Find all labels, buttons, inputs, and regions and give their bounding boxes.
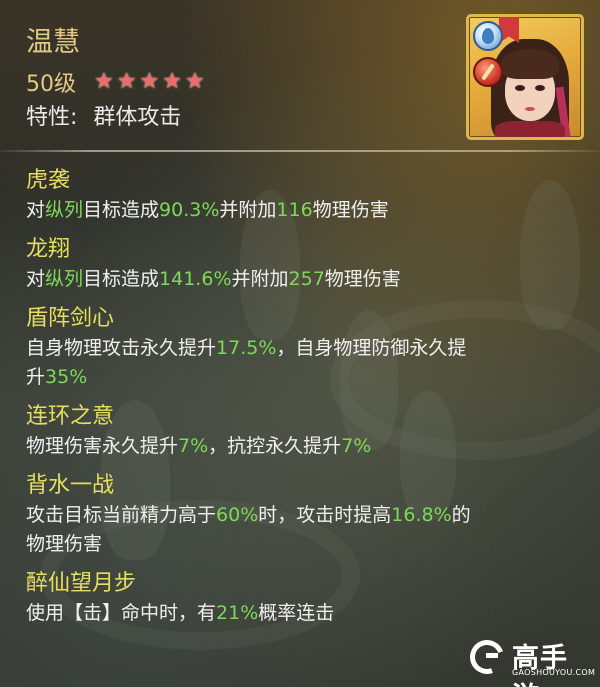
skill-text: 物理伤害永久提升 (26, 435, 179, 457)
skill-description: 对纵列目标造成141.6%并附加257物理伤害 (26, 265, 586, 294)
hero-portrait[interactable] (466, 14, 584, 140)
skill-description: 攻击目标当前精力高于60%时，攻击时提高16.8%的物理伤害 (26, 501, 586, 559)
skill-name: 醉仙望月步 (26, 571, 137, 596)
skill-text: 概率连击 (258, 602, 335, 624)
star-icon: ★ (94, 69, 114, 94)
skill-value: 21% (216, 602, 259, 624)
skill-text: ，自身物理防御永久提 (276, 337, 467, 359)
skill-text: 时，攻击时提高 (258, 504, 392, 526)
skill-value: 17.5% (216, 337, 277, 359)
skill-text: 物理伤害 (26, 533, 103, 555)
skill-value: 141.6% (159, 268, 232, 290)
skill-value: 7% (341, 435, 372, 457)
portrait-lips (525, 107, 535, 111)
trait-label: 特性: (26, 105, 78, 130)
portrait-eye (515, 85, 525, 91)
skill-text: 目标造成 (83, 199, 160, 221)
skill-text: 攻击目标当前精力高于 (26, 504, 217, 526)
skill-entry: 连环之意 物理伤害永久提升7%，抗控永久提升7% (26, 402, 586, 461)
skill-text: 对 (26, 199, 46, 221)
portrait-bangs (501, 49, 559, 79)
skill-name: 背水一战 (26, 473, 115, 498)
skill-entry: 醉仙望月步使用【击】命中时，有21%概率连击 (26, 569, 586, 628)
trait-value: 群体攻击 (93, 105, 182, 130)
skill-text: 并附加 (231, 268, 289, 290)
skill-text: 升 (26, 366, 46, 388)
skill-name: 龙翔 (26, 237, 71, 262)
skill-description: 使用【击】命中时，有21%概率连击 (26, 599, 586, 628)
skill-text: 物理伤害 (312, 199, 389, 221)
skill-text: 使用【击】命中时，有 (26, 602, 217, 624)
star-icon: ★ (162, 69, 182, 94)
skill-description: 对纵列目标造成90.3%并附加116物理伤害 (26, 196, 586, 225)
skill-text: 对 (26, 268, 46, 290)
skill-value: 90.3% (159, 199, 220, 221)
skill-value: 257 (288, 268, 325, 290)
portrait-eye (535, 85, 545, 91)
skill-entry: 背水一战攻击目标当前精力高于60%时，攻击时提高16.8%的物理伤害 (26, 471, 586, 559)
skill-text: 物理伤害 (324, 268, 401, 290)
skill-text: 自身物理攻击永久提升 (26, 337, 217, 359)
skill-name: 虎袭 (26, 168, 71, 193)
skill-text: 的 (451, 504, 471, 526)
star-rating: ★ ★ ★ ★ ★ (94, 71, 205, 93)
skill-entry: 虎袭对纵列目标造成90.3%并附加116物理伤害 (26, 166, 586, 225)
weapon-icon (473, 57, 503, 87)
skill-text: 并附加 (219, 199, 277, 221)
star-icon: ★ (184, 69, 205, 94)
trait-row: 特性: 群体攻击 (26, 99, 181, 131)
skill-entry: 盾阵剑心自身物理攻击永久提升17.5%，自身物理防御永久提升35% (26, 304, 586, 392)
skill-value: 7% (178, 435, 209, 457)
skill-value: 16.8% (391, 504, 452, 526)
section-divider (0, 150, 600, 152)
skill-entry: 龙翔对纵列目标造成141.6%并附加257物理伤害 (26, 235, 586, 294)
skill-description: 自身物理攻击永久提升17.5%，自身物理防御永久提升35% (26, 334, 586, 392)
hero-level: 50级 (26, 72, 76, 97)
skill-name: 盾阵剑心 (26, 306, 115, 331)
star-icon: ★ (139, 69, 160, 94)
skill-value: 纵列 (45, 199, 84, 221)
level-row: 50级 ★ ★ ★ ★ ★ (26, 66, 205, 98)
skill-text: 目标造成 (83, 268, 160, 290)
skill-value: 纵列 (45, 268, 84, 290)
skill-value: 60% (216, 504, 259, 526)
star-icon: ★ (116, 69, 137, 94)
water-drop-icon (473, 21, 503, 51)
watermark-name: 高手游 (512, 643, 568, 687)
skill-value: 35% (45, 366, 88, 388)
watermark-site: GAOSHOUYOU.COM (512, 668, 596, 677)
skill-description: 物理伤害永久提升7%，抗控永久提升7% (26, 432, 586, 461)
skill-name: 连环之意 (26, 404, 115, 429)
portrait-collar (495, 121, 565, 137)
hero-name: 温慧 (26, 27, 80, 58)
skill-value: 116 (276, 199, 313, 221)
skill-list: 虎袭 对纵列目标造成90.3%并附加116物理伤害 龙翔 对纵列目标造成141.6%并… (26, 166, 586, 638)
watermark-logo: 高手游 GAOSHOUYOU.COM (464, 634, 596, 687)
skill-text: ，抗控永久提升 (208, 435, 342, 457)
hero-info-panel: 温慧 50级 ★ ★ ★ ★ ★ 特性: 群体攻击 虎袭 对纵列目标造成90.3%并附加11… (0, 0, 600, 687)
